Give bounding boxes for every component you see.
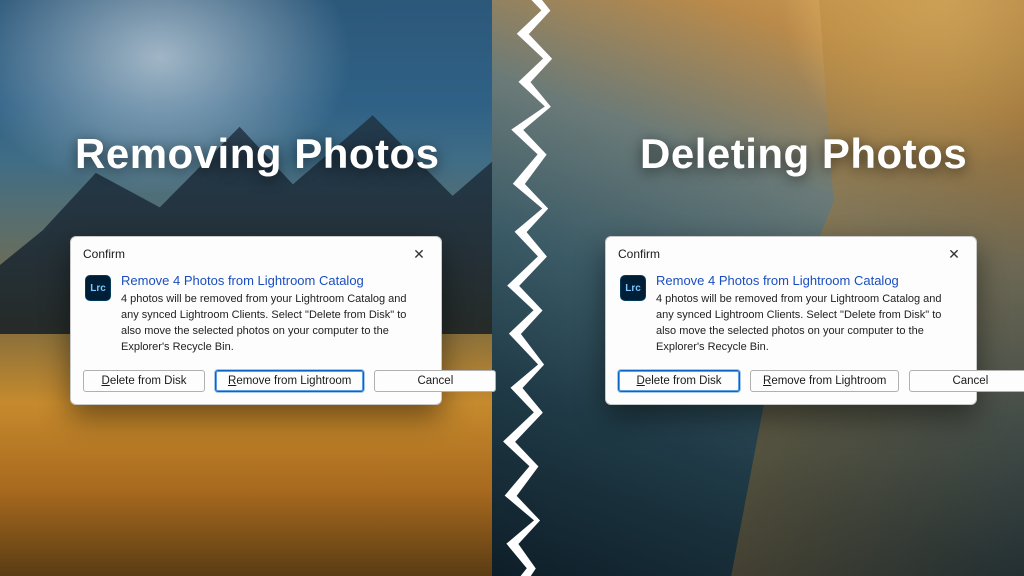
dialog-body: Lrc Remove 4 Photos from Lightroom Catal… [606,267,976,364]
dialog-button-row: Delete from Disk Remove from Lightroom C… [606,364,976,404]
dialog-headline: Remove 4 Photos from Lightroom Catalog [121,273,427,288]
heading-removing: Removing Photos [75,130,440,178]
heading-deleting: Deleting Photos [640,130,967,178]
dialog-titlebar: Confirm ✕ [606,237,976,267]
dialog-message: Remove 4 Photos from Lightroom Catalog 4… [121,273,427,356]
dialog-body-text: 4 photos will be removed from your Light… [121,292,427,356]
cancel-button[interactable]: Cancel [909,370,1024,392]
dialog-title: Confirm [618,247,660,261]
close-button[interactable]: ✕ [940,243,968,265]
remove-from-lightroom-button[interactable]: Remove from Lightroom [750,370,899,392]
dialog-body: Lrc Remove 4 Photos from Lightroom Catal… [71,267,441,364]
comparison-illustration: Removing Photos Deleting Photos Confirm … [0,0,1024,576]
lightroom-app-icon: Lrc [620,275,646,301]
confirm-dialog-remove-variant: Confirm ✕ Lrc Remove 4 Photos from Light… [70,236,442,405]
close-button[interactable]: ✕ [405,243,433,265]
dialog-headline: Remove 4 Photos from Lightroom Catalog [656,273,962,288]
confirm-dialog-delete-variant: Confirm ✕ Lrc Remove 4 Photos from Light… [605,236,977,405]
remove-from-lightroom-button[interactable]: Remove from Lightroom [215,370,364,392]
delete-from-disk-button[interactable]: Delete from Disk [83,370,205,392]
lightroom-app-icon: Lrc [85,275,111,301]
dialog-titlebar: Confirm ✕ [71,237,441,267]
close-icon: ✕ [413,246,425,263]
dialog-body-text: 4 photos will be removed from your Light… [656,292,962,356]
cancel-button[interactable]: Cancel [374,370,496,392]
close-icon: ✕ [948,246,960,263]
dialog-button-row: Delete from Disk Remove from Lightroom C… [71,364,441,404]
dialog-title: Confirm [83,247,125,261]
delete-from-disk-button[interactable]: Delete from Disk [618,370,740,392]
dialog-message: Remove 4 Photos from Lightroom Catalog 4… [656,273,962,356]
